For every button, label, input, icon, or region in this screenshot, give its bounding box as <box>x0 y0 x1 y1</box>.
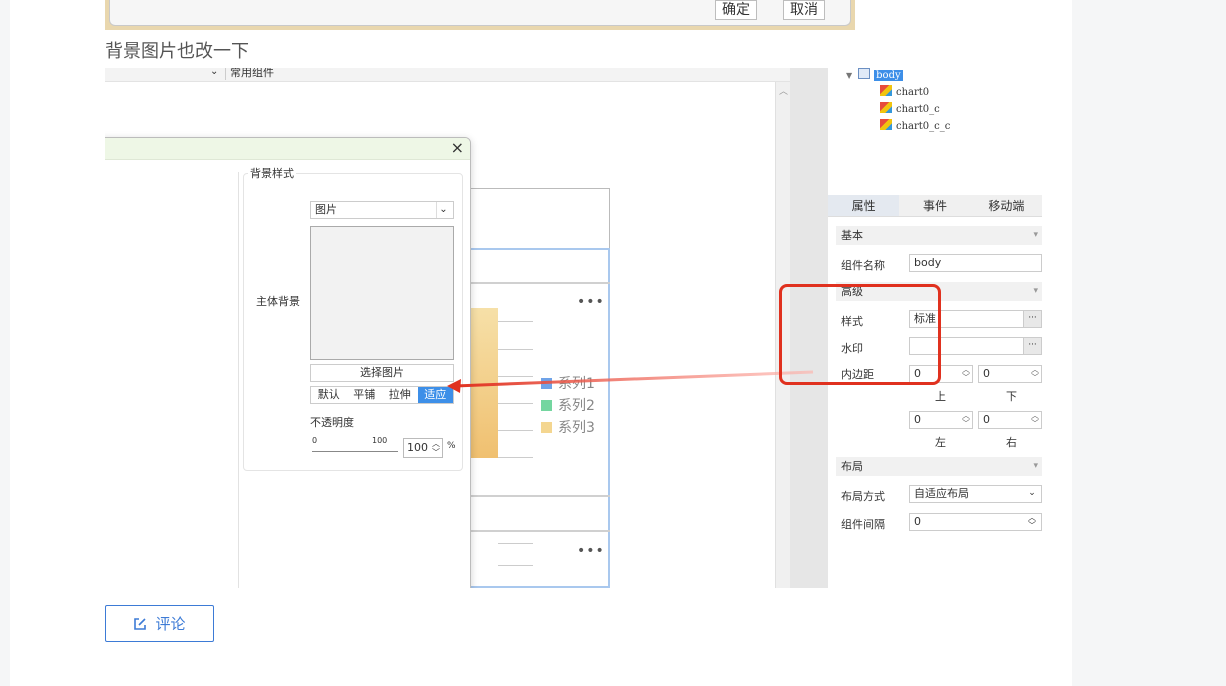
right-gutter <box>1072 0 1226 686</box>
cancel-button[interactable]: 取消 <box>783 0 825 20</box>
annotation-highlight-box <box>779 284 941 385</box>
comment-button[interactable]: 评论 <box>105 605 214 642</box>
ok-button[interactable]: 确定 <box>715 0 757 20</box>
comment-label: 评论 <box>155 615 186 633</box>
top-dialog-footer: 确定 取消 <box>109 0 851 26</box>
top-screenshot: 确定 取消 <box>105 0 855 30</box>
post-caption: 背景图片也改一下 <box>105 41 249 62</box>
edit-icon <box>134 617 147 630</box>
